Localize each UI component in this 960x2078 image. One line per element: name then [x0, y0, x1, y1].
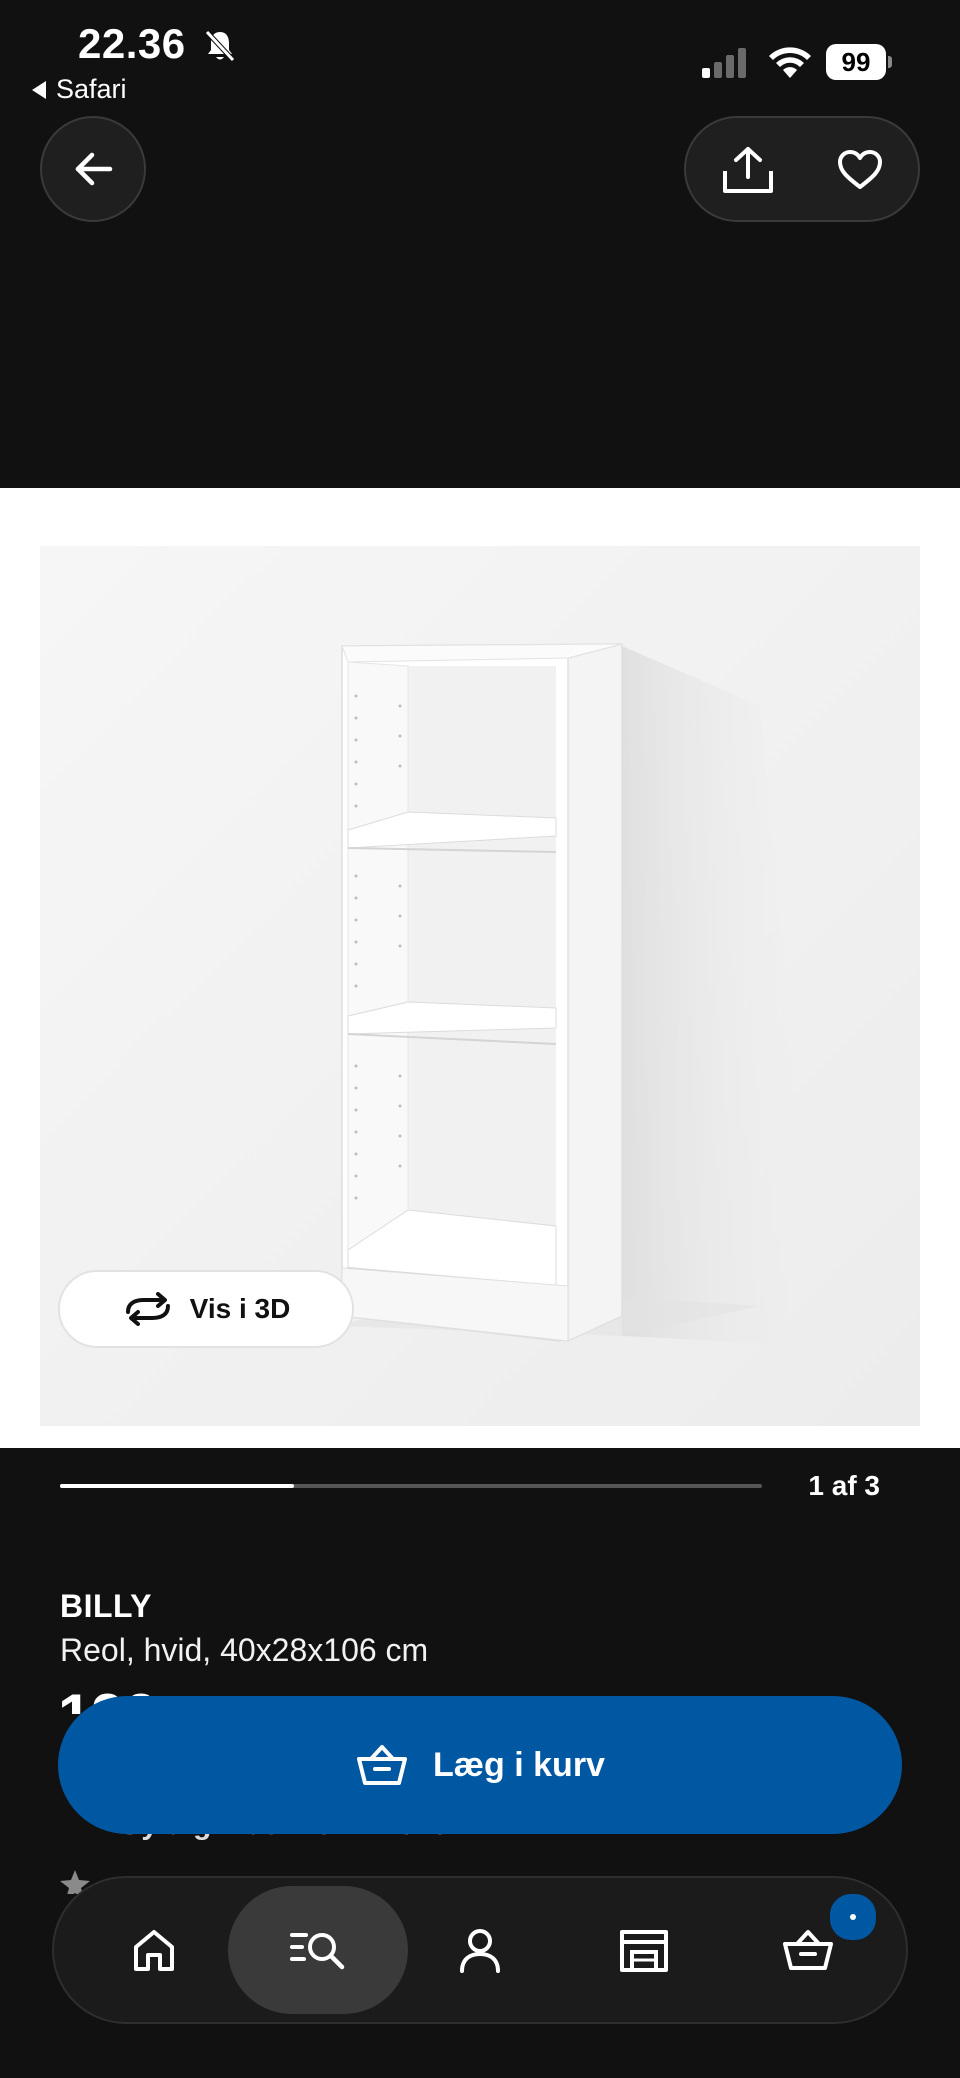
heart-icon [838, 150, 882, 189]
product-page: 22.36 Safari 99 Vis i 3D 1 af 3 BILLY Re… [0, 0, 960, 2078]
status-time: 22.36 [78, 20, 186, 67]
cart-badge [828, 1892, 878, 1942]
gallery-progress-fill [60, 1484, 294, 1488]
bottom-nav [52, 1876, 908, 2024]
battery-nub [888, 56, 892, 68]
wifi-icon [769, 47, 811, 78]
back-app-label: Safari [56, 74, 127, 104]
add-to-cart-button[interactable]: Læg i kurv [58, 1696, 902, 1834]
nav-stores[interactable] [582, 1888, 706, 2012]
header-actions [684, 116, 920, 222]
nav-profile[interactable] [418, 1888, 542, 2012]
basket-icon [357, 1745, 408, 1785]
cart-badge-dot [850, 1914, 856, 1920]
battery-indicator: 99 [826, 44, 892, 80]
share-icon [723, 147, 773, 193]
arrow-left-icon [75, 152, 113, 186]
cart-icon [783, 1930, 833, 1970]
store-icon [620, 1930, 668, 1972]
search-icon [290, 1933, 345, 1970]
favorite-button[interactable] [818, 128, 902, 212]
cellular-signal-icon [702, 48, 746, 78]
gallery-progress [60, 1484, 762, 1488]
view-3d-label: Vis i 3D [189, 1293, 291, 1324]
share-button[interactable] [706, 128, 790, 212]
view-3d-button[interactable]: Vis i 3D [58, 1270, 354, 1348]
back-to-safari-link[interactable]: Safari [32, 74, 127, 105]
nav-home[interactable] [92, 1888, 216, 2012]
nav-search[interactable] [228, 1886, 408, 2014]
image-section: Vis i 3D [0, 488, 960, 1448]
rotate-3d-icon [125, 1292, 170, 1326]
back-button[interactable] [40, 116, 146, 222]
battery-level: 99 [826, 44, 886, 80]
back-triangle-icon [32, 80, 46, 99]
add-to-cart-label: Læg i kurv [433, 1745, 605, 1784]
gallery-counter: 1 af 3 [808, 1470, 880, 1501]
profile-icon [460, 1929, 500, 1973]
home-icon [134, 1930, 174, 1971]
bell-muted-icon [205, 30, 235, 62]
product-name: BILLY [60, 1588, 152, 1624]
product-description: Reol, hvid, 40x28x106 cm [60, 1632, 429, 1668]
